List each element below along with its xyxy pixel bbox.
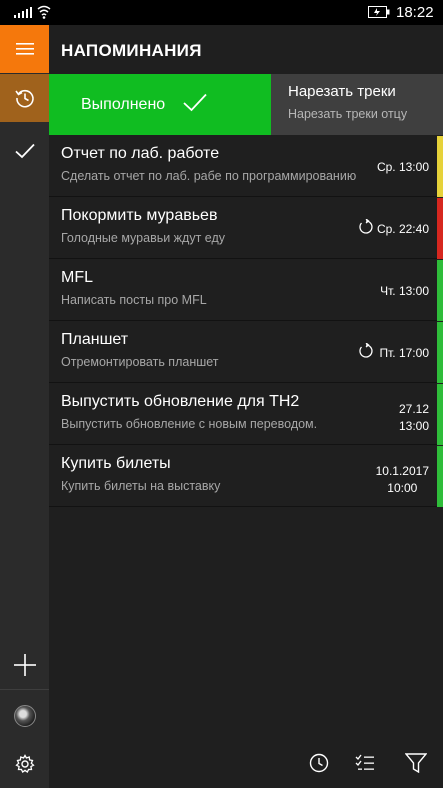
wifi-icon	[37, 5, 51, 19]
signal-icon	[14, 7, 32, 18]
plus-icon	[13, 654, 36, 676]
list-item[interactable]: Выпустить обновление для TH2 Выпустить о…	[49, 384, 443, 445]
settings-button[interactable]	[0, 740, 49, 788]
filter-icon[interactable]	[405, 753, 427, 773]
list-item[interactable]: Купить билеты Купить билеты на выставку …	[49, 446, 443, 507]
account-button[interactable]	[0, 692, 49, 740]
reminder-date: 10.1.2017 10:00	[376, 463, 429, 497]
history-icon	[14, 89, 34, 108]
reminder-date: 27.12 13:00	[399, 401, 429, 435]
reminder-subtitle: Купить билеты на выставку	[61, 479, 221, 493]
complete-action-label: Выполнено	[81, 96, 166, 113]
list-item[interactable]: MFL Написать посты про MFL Чт. 13:00	[49, 260, 443, 321]
reminder-title: Выпустить обновление для TH2	[61, 393, 300, 410]
page-title: НАПОМИНАНИЯ	[61, 41, 202, 60]
repeat-icon	[359, 343, 373, 358]
priority-bar	[437, 136, 443, 197]
menu-button[interactable]	[0, 25, 49, 73]
reminder-date: Пт. 17:00	[379, 346, 430, 360]
priority-bar	[437, 198, 443, 259]
reminder-date: Чт. 13:00	[380, 284, 429, 298]
list-item[interactable]: Планшет Отремонтировать планшет Пт. 17:0…	[49, 322, 443, 383]
hamburger-icon	[15, 43, 34, 55]
priority-bar	[437, 260, 443, 321]
clock-time: 18:22	[396, 4, 434, 21]
reminder-title: Нарезать треки	[288, 83, 396, 100]
page-header: НАПОМИНАНИЯ	[49, 25, 443, 74]
reminder-title: MFL	[61, 269, 93, 286]
reminder-date: Ср. 22:40	[376, 222, 429, 236]
complete-action[interactable]: Выполнено	[49, 74, 271, 135]
priority-bar	[437, 322, 443, 383]
history-button[interactable]	[0, 74, 49, 122]
reminder-title: Купить билеты	[61, 455, 171, 472]
checkmark-icon	[14, 143, 35, 159]
reminder-date: Ср. 13:00	[376, 160, 429, 174]
list-item[interactable]: Отчет по лаб. работе Сделать отчет по ла…	[49, 136, 443, 197]
reminder-subtitle: Нарезать треки отцу	[288, 107, 408, 121]
avatar	[13, 705, 36, 727]
battery-icon	[368, 6, 390, 18]
clock-icon[interactable]	[309, 753, 329, 773]
gear-icon	[14, 754, 35, 773]
list-item[interactable]: Покормить муравьев Голодные муравьи ждут…	[49, 198, 443, 259]
checklist-icon[interactable]	[355, 753, 375, 773]
reminder-title: Отчет по лаб. работе	[61, 145, 220, 162]
checkmark-icon	[183, 93, 207, 112]
status-bar: 18:22	[0, 0, 443, 25]
sidebar-divider	[0, 689, 49, 690]
completed-button[interactable]	[0, 127, 49, 175]
reminder-subtitle: Отремонтировать планшет	[61, 355, 219, 369]
bottom-app-bar	[49, 740, 443, 788]
reminder-title: Планшет	[61, 331, 129, 348]
swiped-item-content[interactable]: Нарезать треки Нарезать треки отцу	[271, 74, 443, 135]
sidebar	[0, 25, 49, 788]
add-reminder-button[interactable]	[0, 641, 49, 689]
reminder-date-day: 27.12	[398, 402, 429, 416]
reminder-subtitle: Сделать отчет по лаб. рабе по программир…	[61, 169, 357, 183]
reminder-subtitle: Голодные муравьи ждут еду	[61, 231, 226, 245]
reminder-date-time: 13:00	[398, 419, 429, 433]
reminder-title: Покормить муравьев	[61, 207, 218, 224]
reminder-subtitle: Выпустить обновление с новым переводом.	[61, 417, 318, 431]
reminder-date-day: 10.1.2017	[375, 464, 429, 478]
repeat-icon	[359, 219, 373, 234]
priority-bar	[437, 384, 443, 445]
reminder-date-time: 10:00	[387, 481, 418, 495]
priority-bar	[437, 446, 443, 507]
swiped-reminder[interactable]: Выполнено Нарезать треки Нарезать треки …	[49, 74, 443, 135]
reminder-subtitle: Написать посты про MFL	[61, 293, 207, 307]
